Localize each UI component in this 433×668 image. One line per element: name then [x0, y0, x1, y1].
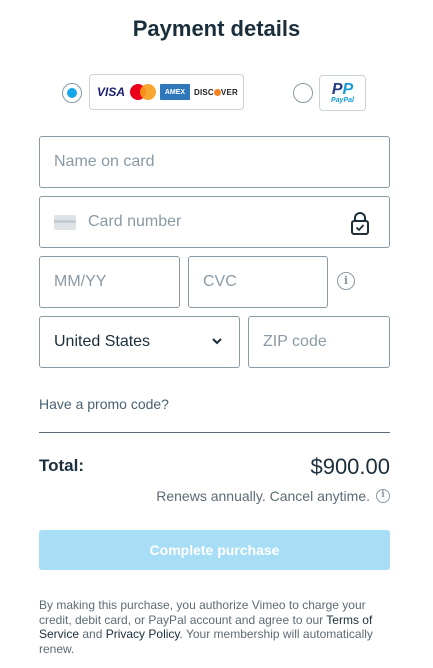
credit-card-icon	[54, 214, 76, 230]
promo-code-link[interactable]: Have a promo code?	[39, 396, 169, 412]
cvc-placeholder: CVC	[203, 273, 237, 290]
chevron-down-icon	[212, 338, 222, 345]
renewal-note-text: Renews annually. Cancel anytime.	[156, 488, 370, 504]
total-label: Total:	[39, 456, 85, 475]
lock-icon	[351, 212, 369, 235]
mastercard-logo	[130, 84, 156, 100]
expiry-placeholder: MM/YY	[54, 273, 107, 290]
legal-disclaimer: By making this purchase, you authorize V…	[39, 598, 373, 656]
privacy-policy-link[interactable]: Privacy Policy	[106, 627, 180, 641]
card-number-input[interactable]: Card number	[39, 196, 390, 248]
payment-method-selector: VISA AMEX DISC VER PP PayPal	[0, 74, 433, 112]
cvc-info-icon[interactable]: i	[337, 272, 355, 290]
visa-logo: VISA	[96, 85, 125, 99]
cvc-input[interactable]: CVC	[188, 256, 328, 308]
renewal-note: Renews annually. Cancel anytime. i	[156, 488, 390, 504]
divider	[39, 432, 390, 433]
card-number-placeholder: Card number	[88, 213, 182, 230]
zip-code-placeholder: ZIP code	[263, 333, 327, 350]
paypal-radio-button[interactable]	[293, 83, 313, 103]
renewal-info-icon[interactable]: i	[376, 489, 390, 503]
complete-purchase-button[interactable]: Complete purchase	[39, 530, 390, 570]
country-value: United States	[54, 333, 151, 350]
name-on-card-input[interactable]: Name on card	[39, 136, 390, 188]
card-radio-button[interactable]	[62, 83, 82, 103]
card-logos[interactable]: VISA AMEX DISC VER	[89, 74, 244, 110]
discover-logo: DISC VER	[194, 87, 238, 97]
name-on-card-placeholder: Name on card	[54, 153, 155, 170]
zip-code-input[interactable]: ZIP code	[248, 316, 390, 368]
amex-logo: AMEX	[160, 84, 190, 100]
expiry-input[interactable]: MM/YY	[39, 256, 180, 308]
paypal-p-icon: PP	[331, 80, 354, 98]
page-title: Payment details	[132, 16, 301, 41]
country-select[interactable]: United States	[39, 316, 240, 368]
paypal-logo[interactable]: PP PayPal	[319, 75, 366, 111]
total-amount: $900.00	[310, 454, 390, 479]
